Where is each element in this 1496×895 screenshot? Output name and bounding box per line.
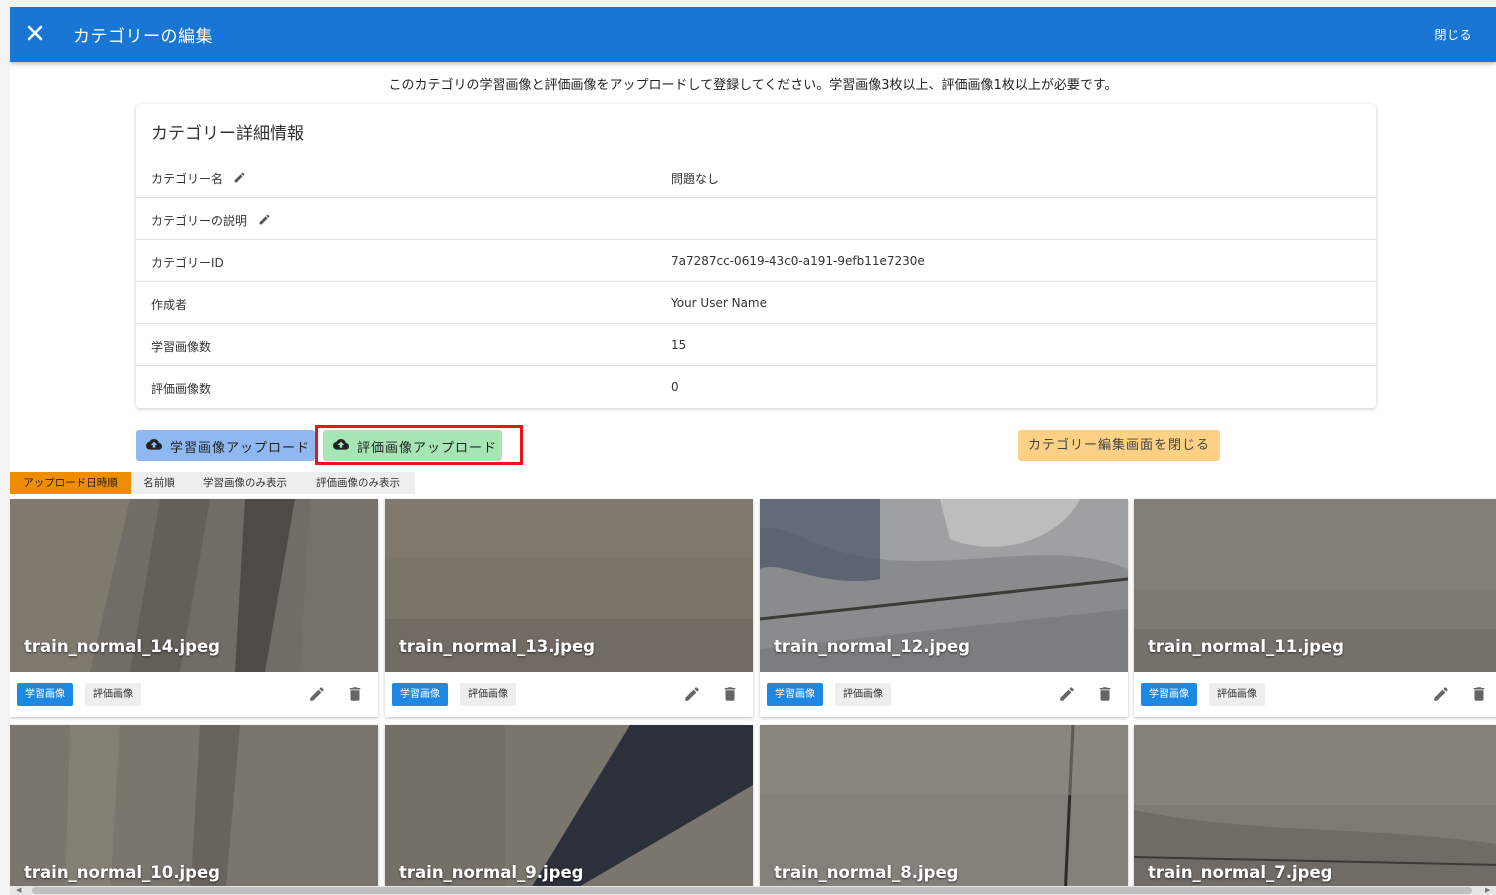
image-filename: train_normal_9.jpeg bbox=[399, 863, 584, 882]
category-details-card: カテゴリー詳細情報 カテゴリー名 問題なし カテゴリーの説明 カテゴリーID 7… bbox=[136, 104, 1376, 408]
image-card: train_normal_7.jpeg bbox=[1134, 725, 1496, 895]
sort-tabs: アップロード日時順 名前順 学習画像のみ表示 評価画像のみ表示 bbox=[10, 472, 415, 494]
train-tag[interactable]: 学習画像 bbox=[17, 683, 73, 706]
edit-pencil-icon[interactable] bbox=[308, 685, 326, 703]
close-edit-label: カテゴリー編集画面を閉じる bbox=[1027, 438, 1210, 453]
details-title: カテゴリー詳細情報 bbox=[151, 124, 304, 144]
horizontal-scrollbar[interactable]: ◀ ▶ bbox=[10, 886, 1496, 895]
edit-description-pencil-icon[interactable] bbox=[258, 213, 271, 226]
detail-row-description: カテゴリーの説明 bbox=[136, 198, 1376, 240]
detail-label: 作成者 bbox=[151, 298, 188, 312]
detail-value: 7a7287cc-0619-43c0-a191-9efb11e7230e bbox=[671, 254, 925, 268]
image-card: train_normal_14.jpeg 学習画像 評価画像 bbox=[10, 499, 378, 717]
scroll-right-arrow-icon[interactable]: ▶ bbox=[1485, 887, 1492, 894]
train-tag[interactable]: 学習画像 bbox=[392, 683, 448, 706]
edit-name-pencil-icon[interactable] bbox=[233, 171, 246, 184]
detail-row-train-count: 学習画像数 15 bbox=[136, 324, 1376, 366]
image-thumbnail[interactable]: train_normal_12.jpeg bbox=[760, 499, 1128, 672]
cloud-upload-icon bbox=[146, 439, 162, 451]
image-card: train_normal_11.jpeg 学習画像 評価画像 bbox=[1134, 499, 1496, 717]
image-filename: train_normal_8.jpeg bbox=[774, 863, 959, 882]
image-card: train_normal_10.jpeg bbox=[10, 725, 378, 895]
image-card: train_normal_8.jpeg bbox=[760, 725, 1128, 895]
detail-label: カテゴリーID bbox=[151, 256, 224, 270]
image-thumbnail[interactable]: train_normal_8.jpeg bbox=[760, 725, 1128, 895]
detail-row-creator: 作成者 Your User Name bbox=[136, 282, 1376, 324]
train-tag[interactable]: 学習画像 bbox=[1141, 683, 1197, 706]
eval-tag[interactable]: 評価画像 bbox=[835, 683, 891, 706]
scrollbar-thumb[interactable] bbox=[32, 887, 1472, 894]
detail-label: 評価画像数 bbox=[151, 382, 212, 396]
edit-pencil-icon[interactable] bbox=[1058, 685, 1076, 703]
image-filename: train_normal_11.jpeg bbox=[1148, 637, 1344, 656]
image-card: train_normal_9.jpeg bbox=[385, 725, 753, 895]
image-thumbnail[interactable]: train_normal_13.jpeg bbox=[385, 499, 753, 672]
edit-pencil-icon[interactable] bbox=[1432, 685, 1450, 703]
instruction-text: このカテゴリの学習画像と評価画像をアップロードして登録してください。学習画像3枚… bbox=[388, 78, 1118, 93]
page-title: カテゴリーの編集 bbox=[73, 27, 213, 47]
image-filename: train_normal_13.jpeg bbox=[399, 637, 595, 656]
image-filename: train_normal_7.jpeg bbox=[1148, 863, 1333, 882]
trash-icon[interactable] bbox=[346, 685, 364, 703]
trash-icon[interactable] bbox=[1470, 685, 1488, 703]
detail-value: 0 bbox=[671, 380, 679, 394]
image-filename: train_normal_14.jpeg bbox=[24, 637, 220, 656]
sort-tab-train-only[interactable]: 学習画像のみ表示 bbox=[192, 472, 298, 494]
detail-value: 問題なし bbox=[671, 172, 720, 186]
sort-tab-eval-only[interactable]: 評価画像のみ表示 bbox=[306, 472, 410, 494]
image-actions: 学習画像 評価画像 bbox=[385, 672, 753, 717]
app-bar: カテゴリーの編集 閉じる bbox=[10, 7, 1496, 62]
image-thumbnail[interactable]: train_normal_11.jpeg bbox=[1134, 499, 1496, 672]
train-tag[interactable]: 学習画像 bbox=[767, 683, 823, 706]
dialog-page: カテゴリーの編集 閉じる このカテゴリの学習画像と評価画像をアップロードして登録… bbox=[10, 7, 1496, 895]
sort-tab-name[interactable]: 名前順 bbox=[131, 472, 187, 494]
eval-tag[interactable]: 評価画像 bbox=[1209, 683, 1265, 706]
detail-value: Your User Name bbox=[671, 296, 767, 310]
detail-label: カテゴリー名 bbox=[151, 172, 224, 186]
image-actions: 学習画像 評価画像 bbox=[760, 672, 1128, 717]
image-card: train_normal_12.jpeg 学習画像 評価画像 bbox=[760, 499, 1128, 717]
image-card: train_normal_13.jpeg 学習画像 評価画像 bbox=[385, 499, 753, 717]
detail-label: カテゴリーの説明 bbox=[151, 214, 248, 228]
upload-train-label: 学習画像アップロード bbox=[170, 441, 311, 456]
image-actions: 学習画像 評価画像 bbox=[1134, 672, 1496, 717]
detail-value: 15 bbox=[671, 338, 687, 352]
close-icon[interactable] bbox=[25, 23, 45, 43]
image-actions: 学習画像 評価画像 bbox=[10, 672, 378, 717]
close-button[interactable]: 閉じる bbox=[1434, 26, 1472, 43]
highlight-box bbox=[315, 425, 523, 465]
detail-row-id: カテゴリーID 7a7287cc-0619-43c0-a191-9efb11e7… bbox=[136, 240, 1376, 282]
trash-icon[interactable] bbox=[1096, 685, 1114, 703]
image-thumbnail[interactable]: train_normal_10.jpeg bbox=[10, 725, 378, 895]
image-filename: train_normal_12.jpeg bbox=[774, 637, 970, 656]
detail-label: 学習画像数 bbox=[151, 340, 212, 354]
eval-tag[interactable]: 評価画像 bbox=[85, 683, 141, 706]
image-thumbnail[interactable]: train_normal_14.jpeg bbox=[10, 499, 378, 672]
detail-row-name: カテゴリー名 問題なし bbox=[136, 156, 1376, 198]
eval-tag[interactable]: 評価画像 bbox=[460, 683, 516, 706]
image-thumbnail[interactable]: train_normal_7.jpeg bbox=[1134, 725, 1496, 895]
upload-train-button[interactable]: 学習画像アップロード bbox=[136, 430, 315, 461]
detail-row-eval-count: 評価画像数 0 bbox=[136, 366, 1376, 407]
trash-icon[interactable] bbox=[721, 685, 739, 703]
edit-pencil-icon[interactable] bbox=[683, 685, 701, 703]
close-edit-button[interactable]: カテゴリー編集画面を閉じる bbox=[1018, 430, 1220, 461]
image-filename: train_normal_10.jpeg bbox=[24, 863, 220, 882]
scroll-left-arrow-icon[interactable]: ◀ bbox=[16, 887, 23, 894]
sort-tab-upload-date[interactable]: アップロード日時順 bbox=[10, 472, 131, 494]
image-thumbnail[interactable]: train_normal_9.jpeg bbox=[385, 725, 753, 895]
